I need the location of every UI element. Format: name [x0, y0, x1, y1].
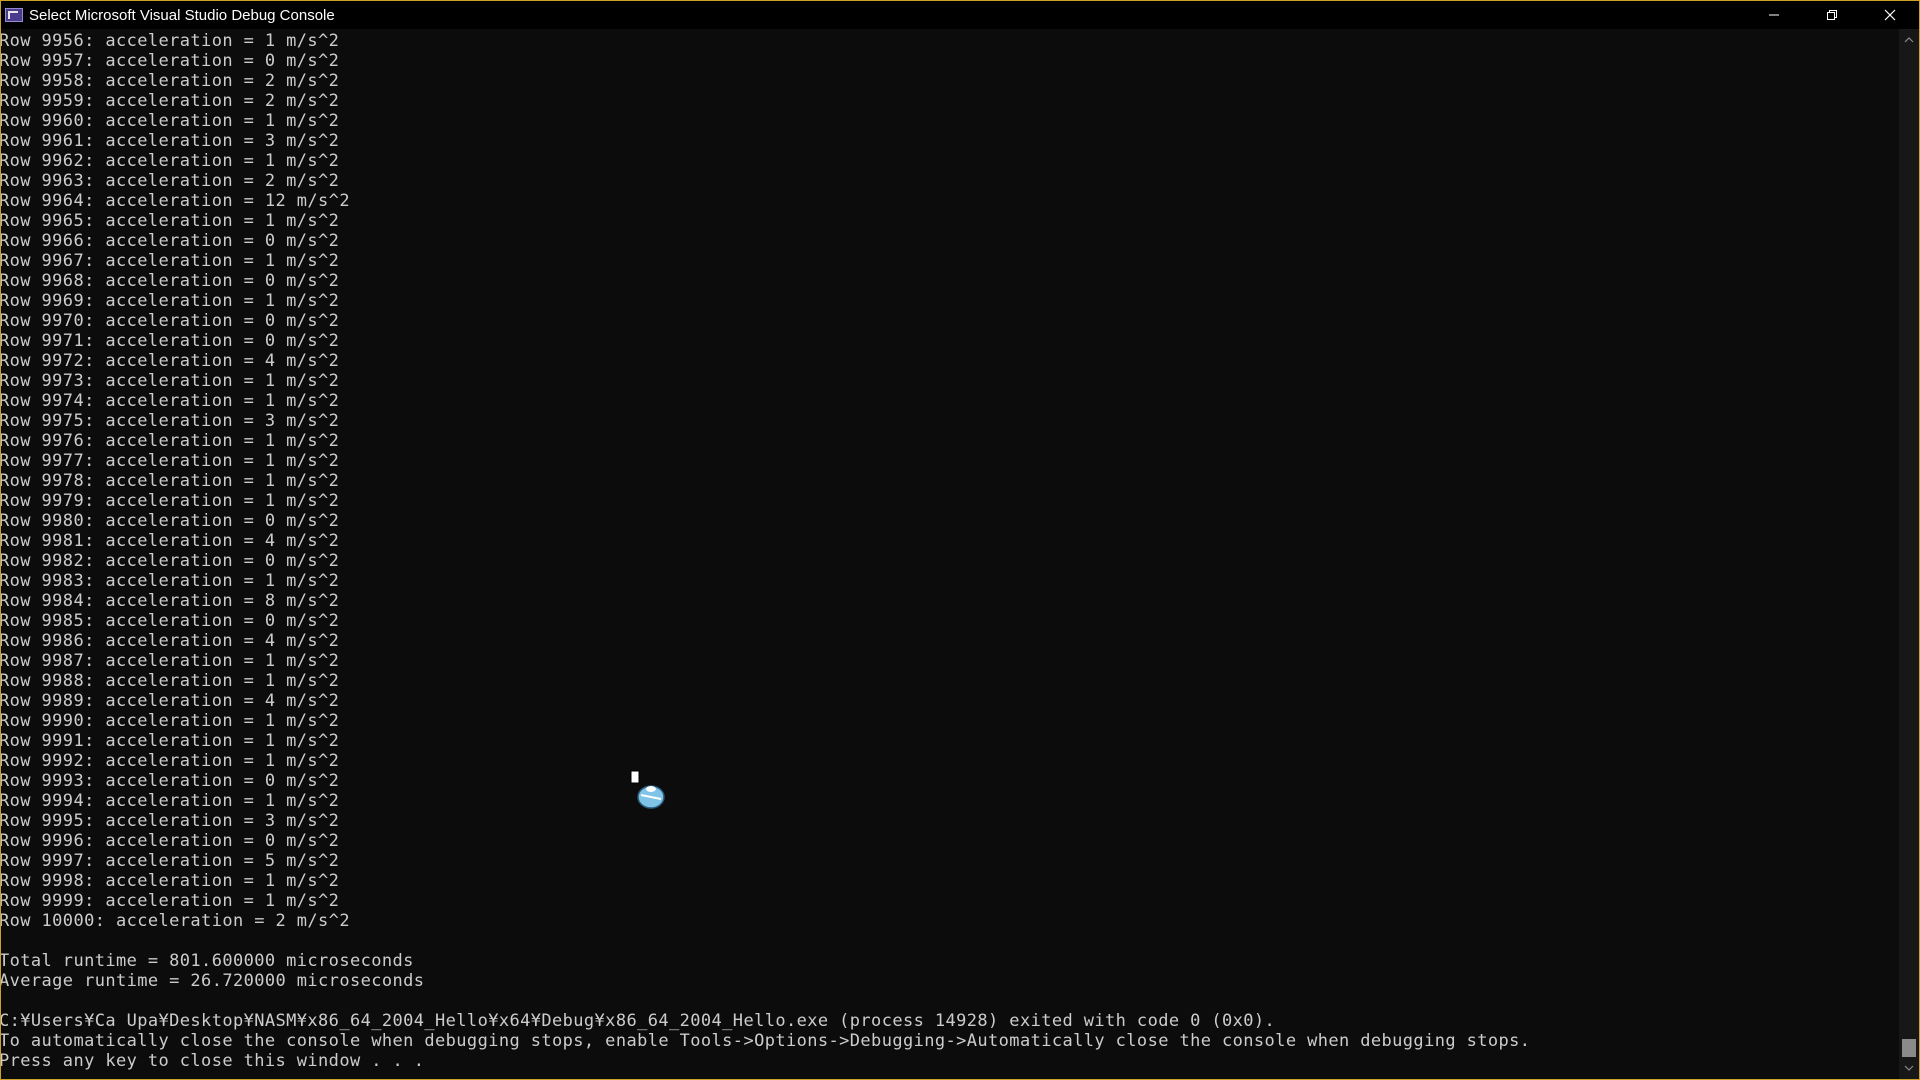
console-line: Row 9968: acceleration = 0 m/s^2: [1, 271, 340, 291]
title-bar[interactable]: Select Microsoft Visual Studio Debug Con…: [1, 1, 1919, 29]
window-title: Select Microsoft Visual Studio Debug Con…: [29, 6, 335, 24]
console-line: Row 9986: acceleration = 4 m/s^2: [1, 631, 340, 651]
console-line: Row 9956: acceleration = 1 m/s^2: [1, 31, 340, 51]
console-line: Row 9984: acceleration = 8 m/s^2: [1, 591, 340, 611]
console-line: Row 9991: acceleration = 1 m/s^2: [1, 731, 340, 751]
console-line: Row 9985: acceleration = 0 m/s^2: [1, 611, 340, 631]
console-window: Select Microsoft Visual Studio Debug Con…: [0, 0, 1920, 1080]
chevron-up-icon: [1904, 37, 1914, 43]
console-line: Row 9979: acceleration = 1 m/s^2: [1, 491, 340, 511]
console-line: Row 9992: acceleration = 1 m/s^2: [1, 751, 340, 771]
console-line: To automatically close the console when …: [1, 1031, 1531, 1051]
console-line: Row 9980: acceleration = 0 m/s^2: [1, 511, 340, 531]
console-line: Row 9997: acceleration = 5 m/s^2: [1, 851, 340, 871]
console-line: Row 9993: acceleration = 0 m/s^2: [1, 771, 340, 791]
restore-icon: [1827, 10, 1837, 20]
console-line: Press any key to close this window . . .: [1, 1051, 425, 1071]
console-line: Row 9967: acceleration = 1 m/s^2: [1, 251, 340, 271]
window-controls: [1745, 1, 1919, 29]
console-line: Row 9959: acceleration = 2 m/s^2: [1, 91, 340, 111]
console-line: Row 9973: acceleration = 1 m/s^2: [1, 371, 340, 391]
minimize-button[interactable]: [1745, 1, 1803, 29]
console-line: Row 9975: acceleration = 3 m/s^2: [1, 411, 340, 431]
console-line: Row 9965: acceleration = 1 m/s^2: [1, 211, 340, 231]
console-line: Row 9990: acceleration = 1 m/s^2: [1, 711, 340, 731]
console-line: Row 9982: acceleration = 0 m/s^2: [1, 551, 340, 571]
restore-button[interactable]: [1803, 1, 1861, 29]
console-line: Row 9970: acceleration = 0 m/s^2: [1, 311, 340, 331]
console-line: Row 10000: acceleration = 2 m/s^2: [1, 911, 350, 931]
console-line: Average runtime = 26.720000 microseconds: [1, 971, 425, 991]
chevron-down-icon: [1904, 1065, 1914, 1071]
close-button[interactable]: [1861, 1, 1919, 29]
console-line: Row 9972: acceleration = 4 m/s^2: [1, 351, 340, 371]
console-line: Row 9969: acceleration = 1 m/s^2: [1, 291, 340, 311]
console-output[interactable]: Row 9956: acceleration = 1 m/s^2 Row 9957…: [1, 29, 1897, 1079]
console-line: Row 9989: acceleration = 4 m/s^2: [1, 691, 340, 711]
console-line: Row 9974: acceleration = 1 m/s^2: [1, 391, 340, 411]
console-line: Row 9981: acceleration = 4 m/s^2: [1, 531, 340, 551]
minimize-icon: [1769, 14, 1779, 16]
console-line: Row 9983: acceleration = 1 m/s^2: [1, 571, 340, 591]
vertical-scrollbar[interactable]: [1899, 29, 1919, 1079]
console-line: Row 9957: acceleration = 0 m/s^2: [1, 51, 340, 71]
console-line: Row 9971: acceleration = 0 m/s^2: [1, 331, 340, 351]
console-line: Row 9996: acceleration = 0 m/s^2: [1, 831, 340, 851]
console-line: Row 9963: acceleration = 2 m/s^2: [1, 171, 340, 191]
console-line: Row 9978: acceleration = 1 m/s^2: [1, 471, 340, 491]
scroll-up-button[interactable]: [1899, 31, 1919, 49]
console-line: Row 9976: acceleration = 1 m/s^2: [1, 431, 340, 451]
close-icon: [1884, 9, 1896, 21]
scroll-down-button[interactable]: [1899, 1059, 1919, 1077]
console-line: Row 9995: acceleration = 3 m/s^2: [1, 811, 340, 831]
busy-cursor-icon: [630, 770, 665, 809]
console-line: Row 9960: acceleration = 1 m/s^2: [1, 111, 340, 131]
console-line: Row 9999: acceleration = 1 m/s^2: [1, 891, 340, 911]
console-line: Row 9988: acceleration = 1 m/s^2: [1, 671, 340, 691]
console-line: Row 9977: acceleration = 1 m/s^2: [1, 451, 340, 471]
console-line: Row 9962: acceleration = 1 m/s^2: [1, 151, 340, 171]
scroll-thumb[interactable]: [1902, 1039, 1916, 1057]
console-line: Row 9966: acceleration = 0 m/s^2: [1, 231, 340, 251]
console-line: Row 9998: acceleration = 1 m/s^2: [1, 871, 340, 891]
console-line: C:¥Users¥Ca Upa¥Desktop¥NASM¥x86_64_2004…: [1, 1011, 1276, 1031]
console-app-icon[interactable]: [5, 8, 23, 22]
console-line: Row 9964: acceleration = 12 m/s^2: [1, 191, 350, 211]
console-line: Row 9958: acceleration = 2 m/s^2: [1, 71, 340, 91]
console-line: Row 9987: acceleration = 1 m/s^2: [1, 651, 340, 671]
console-line: Row 9994: acceleration = 1 m/s^2: [1, 791, 340, 811]
console-line: Total runtime = 801.600000 microseconds: [1, 951, 414, 971]
console-line: Row 9961: acceleration = 3 m/s^2: [1, 131, 340, 151]
console-text: Row 9956: acceleration = 1 m/s^2 Row 9957…: [1, 31, 1530, 1071]
